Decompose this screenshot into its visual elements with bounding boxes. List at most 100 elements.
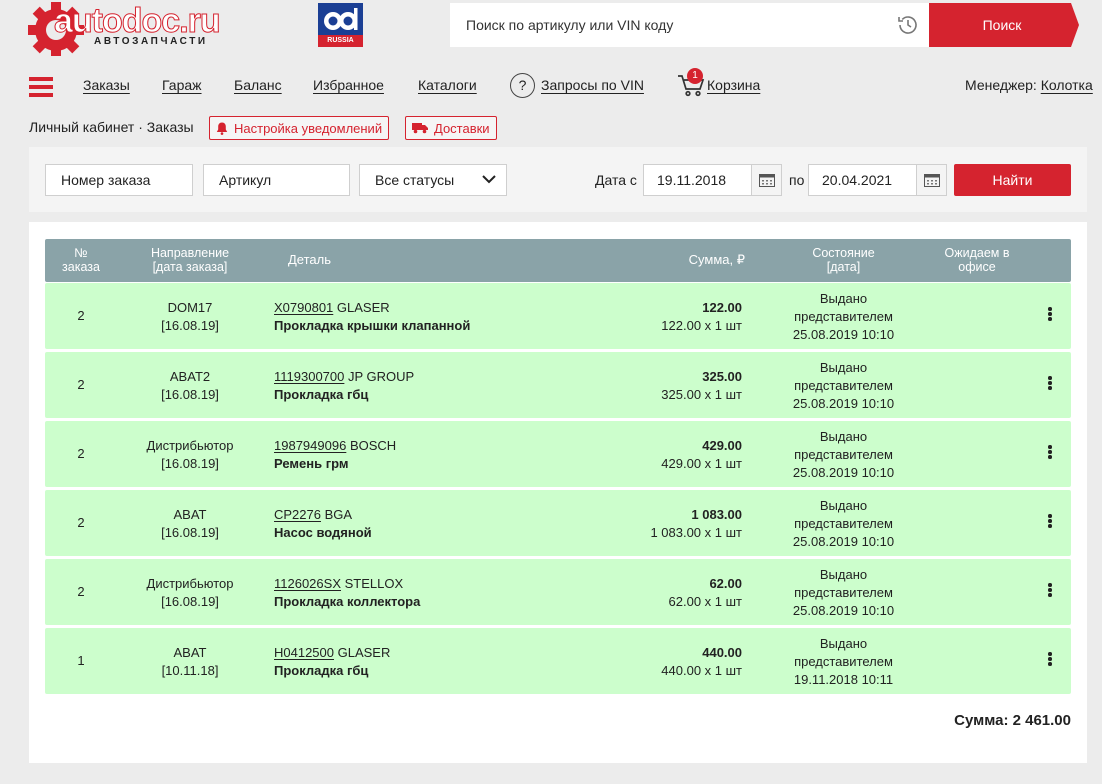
- state-date: 25.08.2019 10:10: [792, 465, 895, 480]
- search-button[interactable]: Поиск: [929, 3, 1079, 47]
- kebab-menu-icon[interactable]: [1046, 307, 1054, 325]
- part-name: Прокладка гбц: [274, 663, 369, 678]
- date-from-field[interactable]: 19.11.2018: [643, 164, 782, 196]
- table-row[interactable]: 1 ABAT [10.11.18] H0412500 GLASER Прокладка …: [45, 628, 1071, 694]
- detail-cell: 1987949096 BOSCH Ремень грм: [274, 437, 396, 473]
- kebab-menu-icon[interactable]: [1046, 583, 1054, 601]
- history-icon[interactable]: [896, 13, 920, 40]
- brand: GLASER: [336, 300, 390, 315]
- table-row[interactable]: 2 ABAT [16.08.19] CP2276 BGA Насос водяной 1 …: [45, 490, 1071, 556]
- direction: ABAT: [173, 645, 207, 660]
- state-cell: Выдано представителем 19.11.2018 10:11: [776, 635, 911, 689]
- kebab-menu-icon[interactable]: [1046, 376, 1054, 394]
- calendar-icon[interactable]: [916, 165, 946, 195]
- article-link[interactable]: H0412500: [274, 645, 334, 660]
- direction: ABAT2: [169, 369, 211, 384]
- state-date: 25.08.2019 10:10: [792, 396, 895, 411]
- brand: STELLOX: [344, 576, 404, 591]
- calendar-icon[interactable]: [751, 165, 781, 195]
- detail-cell: H0412500 GLASER Прокладка гбц: [274, 644, 390, 680]
- brand: JP GROUP: [348, 369, 415, 384]
- date-from-label: Дата с: [595, 172, 637, 188]
- row-calc: 325.00 х 1 шт: [661, 387, 742, 402]
- header-sum: Сумма, ₽: [688, 252, 745, 267]
- part-name: Ремень грм: [274, 456, 349, 471]
- row-total: 122.00: [702, 300, 742, 315]
- date-to-label: по: [789, 172, 805, 188]
- article-link[interactable]: 1119300700: [274, 369, 344, 384]
- row-calc: 429.00 х 1 шт: [661, 456, 742, 471]
- header-order-number: № заказа: [62, 246, 100, 274]
- state-detail: представителем: [794, 585, 893, 600]
- order-date: [16.08.19]: [161, 318, 219, 333]
- manager-name-link[interactable]: Колотка: [1041, 77, 1093, 93]
- ad-logo-caption: RUSSIA: [327, 37, 354, 44]
- bell-icon: [216, 122, 228, 135]
- article-link[interactable]: 1126026SX: [274, 576, 341, 591]
- search-placeholder: Поиск по артикулу или VIN коду: [466, 17, 674, 33]
- order-date: [16.08.19]: [161, 525, 219, 540]
- part-name: Насос водяной: [274, 525, 372, 540]
- date-from-value: 19.11.2018: [657, 172, 727, 188]
- autodoc-logo[interactable]: autodoc.ru АВТОЗАПЧАСТИ: [28, 0, 238, 58]
- search-input[interactable]: Поиск по артикулу или VIN коду: [450, 3, 930, 47]
- row-total: 440.00: [702, 645, 742, 660]
- table-row[interactable]: 2 Дистрибьютор [16.08.19] 1987949096 BOSCH Р…: [45, 421, 1071, 487]
- part-name: Прокладка гбц: [274, 387, 369, 402]
- nav-garage[interactable]: Гараж: [162, 77, 202, 93]
- status-select[interactable]: Все статусы: [359, 164, 507, 196]
- question-icon[interactable]: ?: [510, 73, 535, 98]
- direction-cell: ABAT [16.08.19]: [127, 506, 253, 542]
- table-row[interactable]: 2 DOM17 [16.08.19] X0790801 GLASER Прокладка…: [45, 283, 1071, 349]
- notification-settings-button[interactable]: Настройка уведомлений: [209, 116, 390, 140]
- deliveries-button[interactable]: Доставки: [405, 116, 497, 140]
- state-cell: Выдано представителем 25.08.2019 10:10: [776, 428, 911, 482]
- nav-orders[interactable]: Заказы: [83, 77, 130, 93]
- order-number-field[interactable]: Номер заказа: [45, 164, 193, 196]
- state-cell: Выдано представителем 25.08.2019 10:10: [776, 497, 911, 551]
- status-select-value: Все статусы: [375, 172, 455, 188]
- date-to-field[interactable]: 20.04.2021: [808, 164, 947, 196]
- nav-favorites[interactable]: Избранное: [313, 77, 384, 93]
- order-date: [16.08.19]: [161, 456, 219, 471]
- article-field[interactable]: Артикул: [203, 164, 350, 196]
- manager-info: Менеджер: Колотка: [965, 77, 1093, 93]
- nav-cart[interactable]: Корзина: [707, 77, 760, 93]
- direction: Дистрибьютор: [146, 438, 234, 453]
- kebab-menu-icon[interactable]: [1046, 514, 1054, 532]
- table-row[interactable]: 2 ABAT2 [16.08.19] 1119300700 JP GROUP Прокл…: [45, 352, 1071, 418]
- kebab-menu-icon[interactable]: [1046, 445, 1054, 463]
- manager-label: Менеджер:: [965, 77, 1037, 93]
- table-row[interactable]: 2 Дистрибьютор [16.08.19] 1126026SX STELLOX…: [45, 559, 1071, 625]
- state: Выдано: [819, 567, 868, 582]
- sum-cell: 440.00 440.00 х 1 шт: [661, 644, 742, 680]
- breadcrumb: Личный кабинет · Заказы: [29, 119, 194, 135]
- direction-cell: ABAT2 [16.08.19]: [127, 368, 253, 404]
- nav-balance[interactable]: Баланс: [234, 77, 282, 93]
- state-detail: представителем: [794, 654, 893, 669]
- header-direction: Направление [дата заказа]: [150, 246, 230, 274]
- row-total: 325.00: [702, 369, 742, 384]
- find-button[interactable]: Найти: [954, 164, 1071, 196]
- detail-cell: CP2276 BGA Насос водяной: [274, 506, 372, 542]
- nav-catalogs[interactable]: Каталоги: [418, 77, 477, 93]
- kebab-menu-icon[interactable]: [1046, 652, 1054, 670]
- article-link[interactable]: 1987949096: [274, 438, 346, 453]
- row-calc: 1 083.00 х 1 шт: [650, 525, 742, 540]
- article-link[interactable]: X0790801: [274, 300, 333, 315]
- grand-total: Сумма: 2 461.00: [954, 712, 1071, 729]
- order-date: [10.11.18]: [161, 663, 219, 678]
- search-button-label: Поиск: [982, 17, 1022, 33]
- chevron-down-icon: [482, 175, 496, 184]
- filter-panel: Номер заказа Артикул Все статусы Дата с …: [29, 147, 1087, 212]
- brand: BGA: [324, 507, 353, 522]
- state-cell: Выдано представителем 25.08.2019 10:10: [776, 566, 911, 620]
- nav-vin-requests[interactable]: Запросы по VIN: [541, 77, 644, 93]
- row-total: 62.00: [709, 576, 742, 591]
- direction-cell: Дистрибьютор [16.08.19]: [127, 575, 253, 611]
- row-total: 1 083.00: [691, 507, 742, 522]
- detail-cell: 1126026SX STELLOX Прокладка коллектора: [274, 575, 420, 611]
- hamburger-menu-icon[interactable]: [29, 77, 53, 97]
- article-link[interactable]: CP2276: [274, 507, 321, 522]
- direction-cell: Дистрибьютор [16.08.19]: [127, 437, 253, 473]
